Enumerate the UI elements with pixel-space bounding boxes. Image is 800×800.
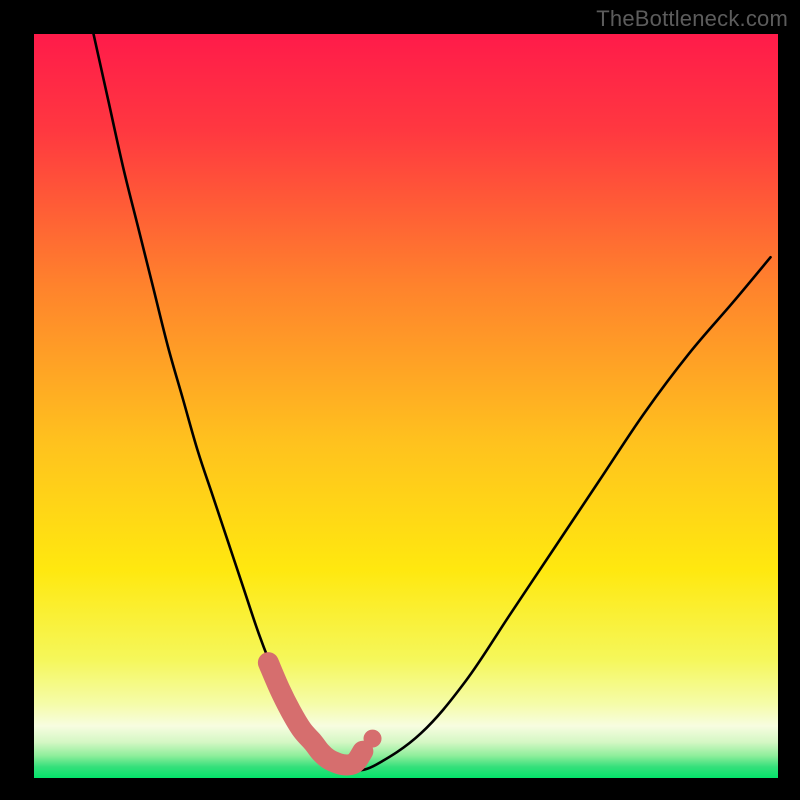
plot-area [34, 34, 778, 778]
watermark-text: TheBottleneck.com [596, 6, 788, 32]
marker-dot [364, 730, 382, 748]
chart-root: TheBottleneck.com [0, 0, 800, 800]
gradient-background [34, 34, 778, 778]
chart-svg [34, 34, 778, 778]
